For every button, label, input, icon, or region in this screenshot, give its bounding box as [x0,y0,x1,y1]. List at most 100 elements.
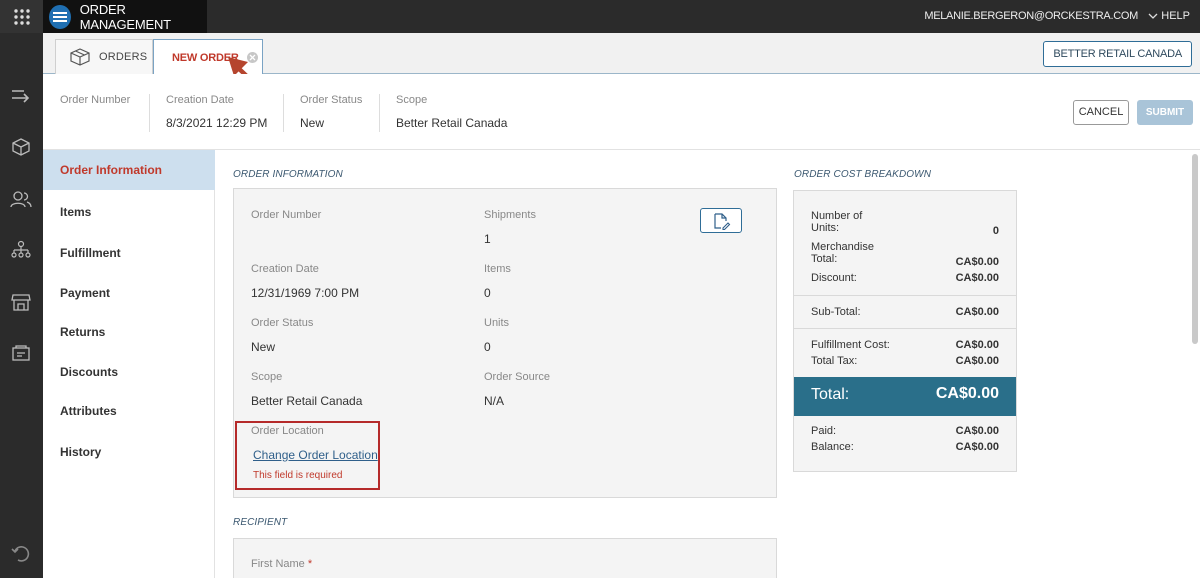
order-total-label: Total: [811,386,850,403]
rail-refresh-button[interactable] [9,541,33,565]
content-scrollbar[interactable] [1192,154,1198,344]
rail-customers-button[interactable] [9,187,33,211]
cost-subtotal-row: Sub-Total: CA$0.00 [811,306,999,318]
change-order-location-link[interactable]: Change Order Location [253,448,378,462]
cost-paid-label: Paid: [811,425,837,437]
header-order-status-label: Order Status [300,94,363,106]
cost-tax-row: Total Tax: CA$0.00 [811,355,999,367]
header-divider [149,94,150,132]
rail-catalog-button[interactable] [9,341,33,365]
left-rail [0,33,43,578]
cost-units-label-2: Units: [811,222,840,234]
items-label: Items [484,263,511,275]
rail-hierarchy-button[interactable] [9,238,33,262]
header-order-number: Order Number [60,94,130,116]
cost-balance-label: Balance: [811,441,854,453]
chevron-down-icon[interactable] [1148,12,1158,20]
order-header: Order Number Creation Date 8/3/2021 12:2… [43,74,1200,150]
cost-divider [794,328,1016,329]
cost-subtotal-label: Sub-Total: [811,306,861,318]
cost-fulfillment-label: Fulfillment Cost: [811,339,890,351]
cost-merchandise-row: Merchandise Total: CA$0.00 [811,241,999,268]
menu-lines-icon [52,11,67,22]
cost-units-label-1: Number of [811,210,863,222]
units-value: 0 [484,340,491,354]
order-status-label: Order Status [251,317,314,329]
top-bar: ORDER MANAGEMENT MELANIE.BERGERON@ORCKES… [0,0,1200,33]
order-location-label: Order Location [251,425,324,437]
rail-store-button[interactable] [9,290,33,314]
first-name-field-label: First Name * [251,558,312,570]
submit-button[interactable]: SUBMIT [1137,100,1193,125]
scope-label: Scope [251,371,283,383]
cost-merchandise-value: CA$0.00 [955,256,999,268]
cost-paid-value: CA$0.00 [955,425,999,437]
order-total-value: CA$0.00 [935,385,999,402]
expand-arrow-icon [12,90,30,103]
header-divider [283,94,284,132]
order-status-value: New [251,340,276,354]
help-link[interactable]: HELP [1161,0,1190,33]
cost-fulfillment-value: CA$0.00 [955,339,999,351]
users-icon [10,191,32,208]
nav-payment[interactable]: Payment [43,273,215,313]
cost-breakdown-title: ORDER COST BREAKDOWN [794,169,932,180]
nav-returns[interactable]: Returns [43,312,215,352]
header-creation-date: Creation Date 8/3/2021 12:29 PM [166,94,267,130]
nav-items[interactable]: Items [43,192,215,232]
app-launcher-button[interactable] [0,0,43,33]
section-nav: Order Information Items Fulfillment Paym… [43,150,215,578]
cancel-button[interactable]: CANCEL [1073,100,1129,125]
header-order-status: Order Status New [300,94,362,130]
rail-expand-button[interactable] [9,83,33,107]
main-content: ORDER INFORMATION Order Number Shipments… [215,150,1200,578]
order-information-title: ORDER INFORMATION [233,169,343,180]
edit-document-icon [714,212,731,230]
rail-orders-button[interactable] [9,135,33,159]
cost-units-value: 0 [992,225,999,237]
app-title-area[interactable]: ORDER MANAGEMENT [43,0,207,33]
units-label: Units [484,317,510,329]
app-logo [49,4,71,29]
tab-orders[interactable]: ORDERS [55,39,153,74]
catalog-icon [12,345,30,361]
cost-discount-value: CA$0.00 [955,272,999,284]
order-information-panel: Order Number Shipments 1 Creation Date 1… [233,188,777,498]
tab-bar: ORDERS NEW ORDER BETTER RETAIL CANADA [43,33,1200,75]
box-icon [12,138,30,156]
cost-discount-label: Discount: [811,272,857,284]
recipient-panel: First Name * [233,538,777,578]
box-icon [70,48,90,66]
grid-icon [13,8,30,25]
cost-balance-row: Balance: CA$0.00 [811,441,999,453]
org-chart-icon [11,240,31,258]
cost-breakdown-panel: Number of Units: 0 Merchandise Total: CA… [793,190,1017,472]
header-scope-label: Scope [396,94,428,106]
cost-divider [794,295,1016,296]
order-source-label: Order Source [484,371,551,383]
order-number-label: Order Number [251,209,322,221]
cost-tax-value: CA$0.00 [955,355,999,367]
cost-subtotal-value: CA$0.00 [955,306,999,318]
cost-discount-row: Discount: CA$0.00 [811,272,999,284]
header-order-number-label: Order Number [60,94,131,106]
recipient-title: RECIPIENT [233,517,288,528]
shipments-value: 1 [484,232,491,246]
creation-date-label: Creation Date [251,263,319,275]
cost-balance-value: CA$0.00 [955,441,999,453]
nav-attributes[interactable]: Attributes [43,391,215,431]
scope-selector-button[interactable]: BETTER RETAIL CANADA [1043,41,1192,67]
header-creation-date-value: 8/3/2021 12:29 PM [166,116,268,130]
nav-fulfillment[interactable]: Fulfillment [43,233,215,273]
cost-paid-row: Paid: CA$0.00 [811,425,999,437]
nav-history[interactable]: History [43,432,215,472]
scope-value: Better Retail Canada [251,394,363,408]
user-email[interactable]: MELANIE.BERGERON@ORCKESTRA.COM [924,0,1138,33]
cost-tax-label: Total Tax: [811,355,858,367]
cost-merchandise-label-1: Merchandise [811,241,874,253]
store-icon [11,294,31,311]
nav-order-information[interactable]: Order Information [43,150,215,190]
edit-order-button[interactable] [700,208,742,233]
order-source-value: N/A [484,394,505,408]
nav-discounts[interactable]: Discounts [43,352,215,392]
